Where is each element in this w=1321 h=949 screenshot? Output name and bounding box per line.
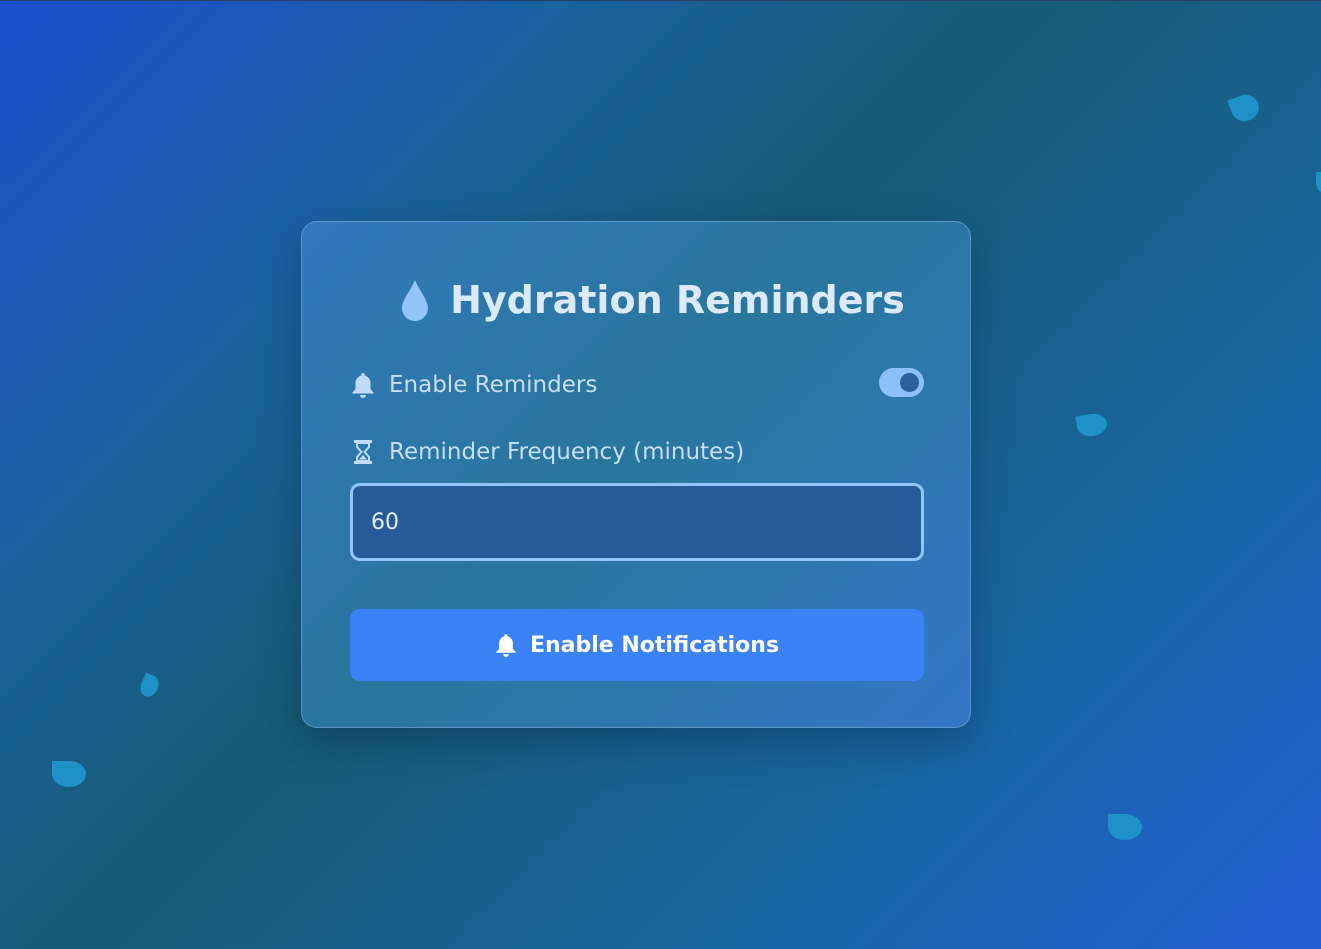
enable-notifications-label: Enable Notifications	[529, 632, 780, 658]
enable-reminders-label: Enable Reminders	[389, 372, 598, 398]
window-top-border	[0, 0, 1321, 1]
bell-icon	[350, 371, 376, 399]
enable-reminders-toggle[interactable]	[879, 368, 924, 397]
enable-notifications-button[interactable]: Enable Notifications	[350, 609, 924, 681]
floating-drop-decoration	[1075, 411, 1109, 439]
floating-drop-decoration	[1108, 814, 1142, 840]
floating-drop-decoration	[1227, 90, 1263, 126]
frequency-row: Reminder Frequency (minutes)	[350, 435, 744, 469]
frequency-label: Reminder Frequency (minutes)	[389, 439, 745, 465]
floating-drop-decoration	[52, 761, 86, 787]
page-title-text: Hydration Reminders	[450, 278, 905, 322]
hourglass-icon	[350, 438, 376, 466]
enable-reminders-row: Enable Reminders	[350, 368, 597, 402]
page-title: Hydration Reminders	[0, 272, 1321, 328]
water-drop-icon	[400, 278, 430, 322]
floating-drop-decoration	[1316, 172, 1321, 192]
bell-icon	[495, 632, 517, 658]
frequency-input[interactable]	[350, 483, 924, 561]
floating-drop-decoration	[137, 672, 162, 700]
toggle-knob	[900, 373, 919, 392]
